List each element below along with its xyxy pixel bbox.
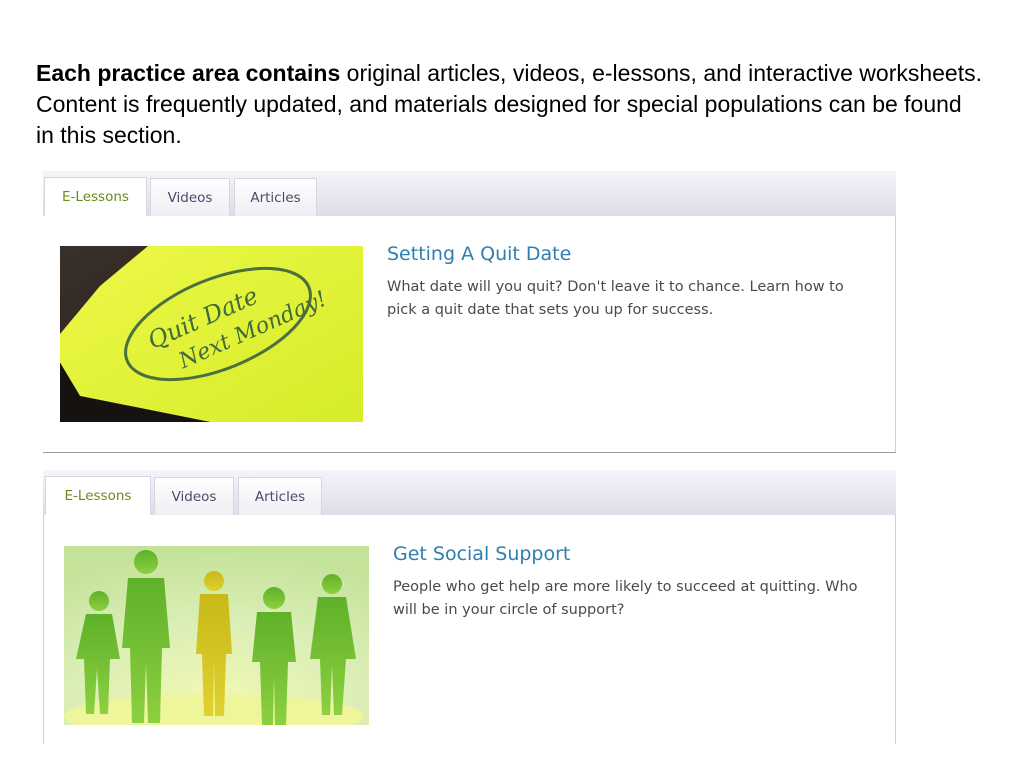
intro-paragraph: Each practice area contains original art… xyxy=(36,58,986,151)
tab-videos[interactable]: Videos xyxy=(150,178,230,216)
item-title-social-support[interactable]: Get Social Support xyxy=(393,543,570,565)
social-support-image[interactable] xyxy=(64,546,369,725)
content-panel-quit-date: E-Lessons Videos Articles Quit Date Next… xyxy=(43,171,896,453)
item-title-setting-quit-date[interactable]: Setting A Quit Date xyxy=(387,243,571,265)
item-description: What date will you quit? Don't leave it … xyxy=(387,279,844,318)
sticky-note-illustration: Quit Date Next Monday! xyxy=(60,246,363,422)
tab-bar: E-Lessons Videos Articles xyxy=(43,171,896,217)
tab-articles[interactable]: Articles xyxy=(234,178,317,216)
item-description: People who get help are more likely to s… xyxy=(393,579,858,618)
tab-videos[interactable]: Videos xyxy=(154,477,234,515)
content-panel-social-support: E-Lessons Videos Articles Get Social Sup… xyxy=(43,470,896,744)
panel-body: Get Social Support People who get help a… xyxy=(43,515,896,744)
tab-e-lessons[interactable]: E-Lessons xyxy=(44,177,147,217)
quit-date-image[interactable]: Quit Date Next Monday! xyxy=(60,246,363,422)
intro-bold-lead: Each practice area contains xyxy=(36,60,341,86)
tab-bar: E-Lessons Videos Articles xyxy=(43,470,896,516)
people-silhouettes-illustration xyxy=(64,546,369,725)
panel-body: Quit Date Next Monday! Setting A Quit Da… xyxy=(43,216,896,453)
tab-e-lessons[interactable]: E-Lessons xyxy=(45,476,151,516)
tab-articles[interactable]: Articles xyxy=(238,477,322,515)
